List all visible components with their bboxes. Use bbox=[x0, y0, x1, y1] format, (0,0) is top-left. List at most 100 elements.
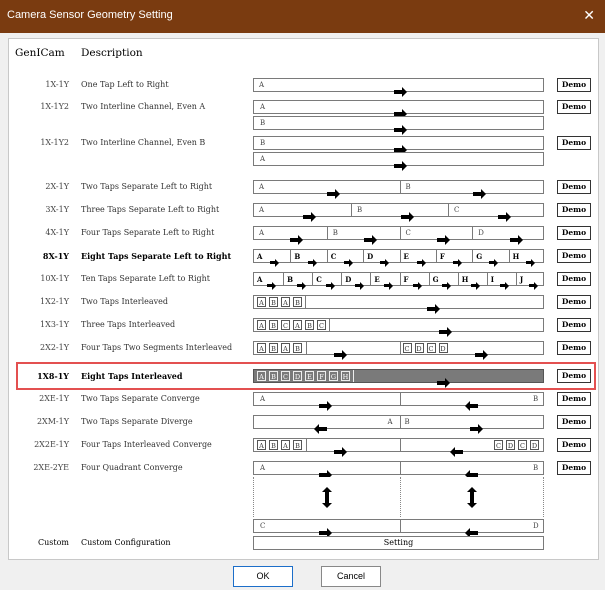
tap-strip: A bbox=[253, 152, 544, 171]
tap-segment: G bbox=[472, 250, 508, 267]
row-description: Three Taps Interleaved bbox=[81, 320, 176, 329]
arrow-shape bbox=[354, 282, 364, 290]
tap-divider bbox=[399, 439, 401, 451]
arrow-right-icon bbox=[413, 275, 423, 294]
up-down-arrow-icon bbox=[467, 487, 478, 508]
tap-label: D bbox=[533, 522, 539, 530]
setting-button[interactable]: Setting bbox=[253, 536, 544, 550]
tap-box: B bbox=[293, 343, 302, 353]
center-divider bbox=[399, 477, 401, 517]
tap-label: B bbox=[405, 183, 411, 191]
tap-label: G bbox=[432, 275, 439, 284]
arrow-shape bbox=[394, 108, 407, 119]
tap-segment: B bbox=[283, 273, 312, 290]
tap-segment: A bbox=[254, 204, 351, 222]
arrow-right-icon bbox=[326, 183, 340, 202]
custom-code: Custom bbox=[38, 538, 69, 547]
row-description: Four Quadrant Converge bbox=[81, 463, 183, 472]
tap-box: A bbox=[257, 440, 266, 450]
demo-button[interactable]: Demo bbox=[557, 180, 591, 194]
tap-box: D bbox=[293, 371, 302, 381]
tap-segment: G bbox=[428, 273, 458, 290]
tap-segment: A bbox=[254, 250, 290, 267]
tap-segment: F bbox=[399, 273, 429, 290]
tap-box: B bbox=[293, 297, 302, 307]
title-bar: Camera Sensor Geometry Setting ✕ bbox=[0, 0, 605, 33]
arrow-shape bbox=[529, 282, 539, 290]
tap-label: A bbox=[259, 81, 265, 89]
tap-segment: E bbox=[370, 273, 399, 290]
demo-button[interactable]: Demo bbox=[557, 438, 591, 452]
arrow-shape bbox=[469, 423, 483, 434]
demo-button[interactable]: Demo bbox=[557, 78, 591, 92]
tap-label: C bbox=[316, 275, 322, 284]
tap-box: C bbox=[518, 440, 527, 450]
demo-button[interactable]: Demo bbox=[557, 226, 591, 240]
tap-label: A bbox=[259, 229, 265, 237]
ok-button[interactable]: OK bbox=[233, 566, 293, 587]
cancel-button[interactable]: Cancel bbox=[321, 566, 381, 587]
demo-button[interactable]: Demo bbox=[557, 369, 591, 383]
demo-button[interactable]: Demo bbox=[557, 341, 591, 355]
demo-button[interactable]: Demo bbox=[557, 318, 591, 332]
arrow-right-icon bbox=[497, 206, 511, 225]
tap-segment: C bbox=[399, 227, 473, 245]
arrow-left-icon bbox=[464, 395, 478, 414]
tap-box: C bbox=[281, 371, 290, 381]
row-code: 1X8-1Y bbox=[37, 371, 69, 381]
demo-button[interactable]: Demo bbox=[557, 415, 591, 429]
demo-button[interactable]: Demo bbox=[557, 136, 591, 150]
tap-label: B bbox=[287, 275, 294, 284]
arrow-shape bbox=[453, 259, 463, 267]
tap-box: A bbox=[257, 371, 266, 381]
tap-box: A bbox=[257, 343, 266, 353]
header-description: Description bbox=[81, 47, 143, 59]
arrow-shape bbox=[416, 259, 426, 267]
close-icon[interactable]: ✕ bbox=[583, 7, 595, 24]
tap-segment: B bbox=[351, 204, 448, 222]
tap-label: A bbox=[260, 155, 266, 163]
arrow-right-icon bbox=[343, 252, 353, 271]
tap-box: D bbox=[506, 440, 515, 450]
tap-box: B bbox=[269, 440, 278, 450]
tap-strip: B bbox=[253, 116, 544, 135]
tap-box: A bbox=[281, 440, 290, 450]
arrow-right-icon bbox=[380, 252, 390, 271]
quadrant-middle bbox=[253, 477, 544, 517]
arrow-right-icon bbox=[529, 275, 539, 294]
arrow-shape bbox=[426, 303, 440, 314]
demo-button[interactable]: Demo bbox=[557, 461, 591, 475]
demo-button[interactable]: Demo bbox=[557, 203, 591, 217]
tap-label: D bbox=[478, 229, 484, 237]
demo-button[interactable]: Demo bbox=[557, 295, 591, 309]
row-description: Two Interline Channel, Even B bbox=[81, 138, 206, 147]
tap-strip: A bbox=[253, 100, 544, 119]
demo-button[interactable]: Demo bbox=[557, 249, 591, 263]
tap-label: E bbox=[403, 252, 409, 261]
arrow-shape bbox=[509, 234, 523, 245]
arrow-shape bbox=[394, 124, 407, 135]
tap-segment: B bbox=[399, 181, 546, 199]
arrow-shape bbox=[394, 144, 407, 155]
tap-label: A bbox=[260, 395, 266, 403]
arrow-right-icon bbox=[302, 206, 316, 225]
arrow-right-icon bbox=[416, 252, 426, 271]
arrow-shape bbox=[364, 234, 378, 245]
tap-label: H bbox=[461, 275, 469, 284]
arrow-right-icon bbox=[509, 229, 523, 248]
tap-label: C bbox=[260, 522, 266, 530]
demo-button[interactable]: Demo bbox=[557, 100, 591, 114]
tap-box: B bbox=[269, 320, 278, 330]
demo-button[interactable]: Demo bbox=[557, 392, 591, 406]
tap-segment: A bbox=[254, 273, 283, 290]
arrow-left-icon bbox=[314, 418, 327, 437]
row-description: Two Taps Separate Diverge bbox=[81, 417, 193, 426]
tap-label: A bbox=[260, 464, 266, 472]
tap-box: B bbox=[305, 320, 314, 330]
arrow-shape bbox=[464, 527, 478, 538]
tap-segment: B bbox=[290, 250, 326, 267]
arrow-right-icon bbox=[334, 344, 347, 363]
tap-box: B bbox=[269, 297, 278, 307]
tap-segment: C bbox=[312, 273, 341, 290]
demo-button[interactable]: Demo bbox=[557, 272, 591, 286]
